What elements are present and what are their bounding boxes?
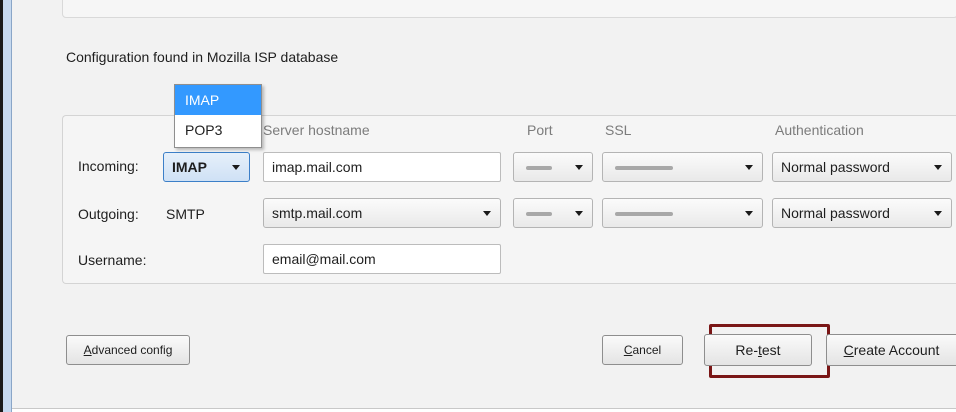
cancel-button[interactable]: Cancel: [602, 335, 683, 365]
incoming-protocol-select[interactable]: IMAP: [163, 152, 250, 182]
outgoing-port-select[interactable]: [513, 198, 593, 228]
chevron-down-icon: [232, 165, 240, 170]
outgoing-label: Outgoing:: [78, 206, 139, 222]
chevron-down-icon: [934, 211, 942, 216]
column-header-port: Port: [527, 122, 553, 138]
chevron-down-icon: [745, 211, 753, 216]
mail-account-setup-dialog: Configuration found in Mozilla ISP datab…: [12, 0, 956, 409]
incoming-protocol-dropdown: IMAP POP3: [174, 84, 262, 148]
outgoing-port-blurred-value: [526, 212, 552, 216]
chevron-down-icon: [934, 165, 942, 170]
create-account-accelerator: C: [843, 342, 854, 358]
outgoing-ssl-blurred-value: [615, 212, 673, 216]
chevron-down-icon: [745, 165, 753, 170]
outgoing-authentication-value: Normal password: [781, 205, 890, 221]
retest-button[interactable]: Re-test: [704, 334, 812, 366]
retest-label-suffix: est: [761, 342, 781, 358]
chevron-down-icon: [575, 211, 583, 216]
outgoing-hostname-combobox[interactable]: smtp.mail.com: [263, 198, 501, 228]
username-label: Username:: [78, 252, 147, 268]
dropdown-option-imap[interactable]: IMAP: [175, 85, 261, 115]
chevron-down-icon: [483, 211, 491, 216]
create-account-button[interactable]: Create Account: [826, 334, 956, 366]
chevron-down-icon: [575, 165, 583, 170]
retest-label-prefix: Re-: [735, 342, 758, 358]
incoming-port-select[interactable]: [513, 152, 593, 182]
incoming-authentication-select[interactable]: Normal password: [772, 152, 952, 182]
incoming-port-blurred-value: [526, 166, 552, 170]
incoming-ssl-select[interactable]: [602, 152, 763, 182]
incoming-label: Incoming:: [78, 158, 139, 174]
outgoing-hostname-value: smtp.mail.com: [272, 205, 363, 221]
incoming-protocol-value: IMAP: [172, 159, 207, 175]
incoming-authentication-value: Normal password: [781, 159, 890, 175]
username-value: email@mail.com: [272, 251, 376, 267]
incoming-ssl-blurred-value: [615, 166, 673, 170]
outgoing-ssl-select[interactable]: [602, 198, 763, 228]
incoming-hostname-value: imap.mail.com: [272, 159, 363, 175]
outgoing-authentication-select[interactable]: Normal password: [772, 198, 952, 228]
username-input[interactable]: email@mail.com: [263, 244, 501, 274]
advanced-config-label-suffix: dvanced config: [91, 343, 173, 357]
account-setup-window: Configuration found in Mozilla ISP datab…: [0, 0, 956, 412]
column-header-ssl: SSL: [605, 122, 632, 138]
window-left-frame: [0, 0, 12, 412]
config-found-message: Configuration found in Mozilla ISP datab…: [66, 49, 339, 65]
advanced-config-accelerator: A: [83, 343, 92, 357]
column-header-authentication: Authentication: [775, 122, 864, 138]
advanced-config-button[interactable]: Advanced config: [66, 335, 190, 365]
incoming-hostname-input[interactable]: imap.mail.com: [263, 152, 501, 182]
outgoing-protocol: SMTP: [166, 206, 205, 222]
column-header-server-hostname: Server hostname: [263, 122, 370, 138]
cancel-label-suffix: ancel: [632, 343, 662, 357]
account-details-panel: [62, 0, 956, 18]
create-account-label-suffix: reate Account: [853, 342, 940, 358]
dropdown-option-pop3[interactable]: POP3: [175, 115, 261, 145]
